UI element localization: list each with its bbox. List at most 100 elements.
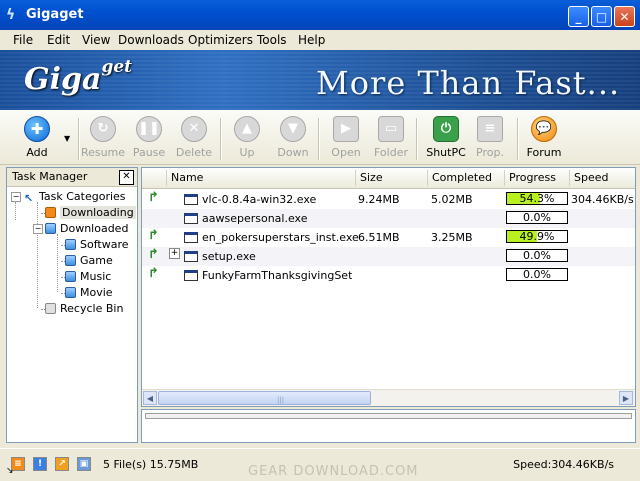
add-icon: ✚	[24, 116, 50, 142]
scroll-right-arrow-icon[interactable]: ▶	[619, 391, 633, 405]
add-button[interactable]: ✚ Add	[14, 116, 60, 162]
file-count-text: 5 File(s) 15.75MB	[103, 458, 199, 471]
resume-button[interactable]: ↻ Resume	[80, 116, 126, 162]
menu-help[interactable]: Help	[298, 33, 325, 47]
file-name: FunkyFarmThanksgivingSetup.e	[202, 269, 352, 282]
expand-toggle[interactable]: +	[169, 248, 180, 259]
task-manager-title: Task Manager	[12, 170, 88, 183]
folder-button[interactable]: ▭ Folder	[368, 116, 414, 162]
tree-item-downloading[interactable]: Downloading	[45, 206, 136, 219]
open-file-icon: ▶	[333, 116, 359, 142]
menu-file[interactable]: File	[13, 33, 33, 47]
properties-icon: ≡	[477, 116, 503, 142]
column-header-progress[interactable]: Progress	[504, 170, 569, 186]
progress-text: 0.0%	[523, 268, 551, 281]
tree-item-game[interactable]: Game	[65, 254, 113, 267]
file-name: setup.exe	[202, 250, 256, 263]
tree-item-task-categories[interactable]: ↖ Task Categories	[24, 190, 126, 205]
progress-text: 54.3%	[519, 192, 555, 205]
progress-text: 0.0%	[523, 211, 551, 224]
gigaget-logo: Gigaget	[24, 57, 132, 97]
menu-downloads[interactable]: Downloads	[118, 33, 184, 47]
tree-item-downloaded[interactable]: Downloaded	[45, 222, 128, 235]
minimize-button[interactable]: _	[568, 6, 589, 27]
shutpc-button[interactable]: ⏻ ShutPC	[423, 116, 469, 162]
down-button[interactable]: ▼ Down	[270, 116, 316, 162]
file-icon	[184, 270, 198, 281]
tree-collapse-toggle[interactable]: −	[11, 192, 21, 202]
resume-icon: ↻	[90, 116, 116, 142]
tree-collapse-toggle[interactable]: −	[33, 224, 43, 234]
menu-view[interactable]: View	[82, 33, 110, 47]
properties-button[interactable]: ≡ Prop.	[467, 116, 513, 162]
file-size: 6.51MB	[358, 231, 400, 244]
menu-optimizers[interactable]: Optimizers	[188, 33, 253, 47]
progress-text: 0.0%	[523, 249, 551, 262]
shutdown-pc-icon: ⏻	[433, 116, 459, 142]
gigaget-app-icon[interactable]: ϟ	[6, 7, 22, 23]
menu-tools[interactable]: Tools	[257, 33, 287, 47]
scrollbar-thumb[interactable]: |||	[158, 391, 371, 405]
delete-icon: ✕	[181, 116, 207, 142]
maximize-button[interactable]: □	[591, 6, 612, 27]
tree-line	[57, 234, 58, 292]
resize-grip-icon[interactable]: ↘	[6, 466, 16, 476]
file-name: vlc-0.8.4a-win32.exe	[202, 193, 317, 206]
tree-item-movie[interactable]: Movie	[65, 286, 113, 299]
delete-button[interactable]: ✕ Delete	[171, 116, 217, 162]
progress-bar: 0.0%	[506, 249, 568, 262]
table-row[interactable]: aawsepersonal.exe 0.0%	[142, 209, 635, 228]
pause-button[interactable]: ❚❚ Pause	[126, 116, 172, 162]
add-dropdown-arrow-icon[interactable]: ▼	[64, 134, 70, 143]
pause-icon: ❚❚	[136, 116, 162, 142]
tree-item-music[interactable]: Music	[65, 270, 111, 283]
menu-edit[interactable]: Edit	[47, 33, 70, 47]
table-row[interactable]: ↱ FunkyFarmThanksgivingSetup.e 0.0%	[142, 266, 635, 285]
file-size: 9.24MB	[358, 193, 400, 206]
table-row[interactable]: ↱ vlc-0.8.4a-win32.exe 9.24MB 5.02MB 54.…	[142, 190, 635, 209]
close-button[interactable]: ✕	[614, 6, 635, 27]
downloading-arrow-icon: ↱	[148, 190, 159, 205]
horizontal-scrollbar[interactable]: ◀ ||| ▶	[142, 389, 635, 406]
forum-button[interactable]: 💬 Forum	[521, 116, 567, 162]
toolbar-separator	[416, 118, 418, 160]
column-header-size[interactable]: Size	[355, 170, 426, 186]
music-folder-icon	[65, 271, 76, 282]
file-name: en_pokersuperstars_inst.exe	[202, 231, 359, 244]
folder-icon: ▭	[378, 116, 404, 142]
download-list: Name Size Completed Progress Speed ↱ vlc…	[141, 167, 636, 407]
file-icon	[184, 251, 198, 262]
file-icon	[184, 194, 198, 205]
file-completed: 5.02MB	[431, 193, 473, 206]
window-title: Gigaget	[26, 7, 84, 22]
tree-item-recycle-bin[interactable]: Recycle Bin	[45, 302, 123, 315]
tree-item-software[interactable]: Software	[65, 238, 129, 251]
game-folder-icon	[65, 255, 76, 266]
table-row[interactable]: ↱ en_pokersuperstars_inst.exe 6.51MB 3.2…	[142, 228, 635, 247]
up-arrow-icon: ▲	[234, 116, 260, 142]
title-bar: ϟ Gigaget _ □ ✕	[0, 0, 640, 30]
info-status-icon[interactable]: !	[33, 457, 47, 471]
column-header-icon[interactable]	[142, 170, 166, 186]
file-icon	[184, 232, 198, 243]
menu-bar: File Edit View Downloads Optimizers Tool…	[0, 30, 640, 50]
scroll-left-arrow-icon[interactable]: ◀	[143, 391, 157, 405]
monitor-status-icon[interactable]: ▣	[77, 457, 91, 471]
file-speed: 304.46KB/s	[571, 193, 634, 206]
task-manager-panel: Task Manager ✕ − ↖ Task Categories Downlo…	[6, 167, 138, 443]
speed-status-icon[interactable]: ↗	[55, 457, 69, 471]
toolbar-separator	[220, 118, 222, 160]
progress-bar: 54.3%	[506, 192, 568, 205]
column-header-completed[interactable]: Completed	[427, 170, 504, 186]
table-row[interactable]: ↱ + setup.exe 0.0%	[142, 247, 635, 266]
column-header-name[interactable]: Name	[166, 170, 356, 186]
progress-bar: 0.0%	[506, 268, 568, 281]
task-manager-close-icon[interactable]: ✕	[119, 170, 134, 185]
software-folder-icon	[65, 239, 76, 250]
segment-progress-bar	[145, 413, 632, 419]
open-button[interactable]: ▶ Open	[323, 116, 369, 162]
progress-bar: 0.0%	[506, 211, 568, 224]
file-completed: 3.25MB	[431, 231, 473, 244]
up-button[interactable]: ▲ Up	[224, 116, 270, 162]
column-header-speed[interactable]: Speed	[569, 170, 635, 186]
